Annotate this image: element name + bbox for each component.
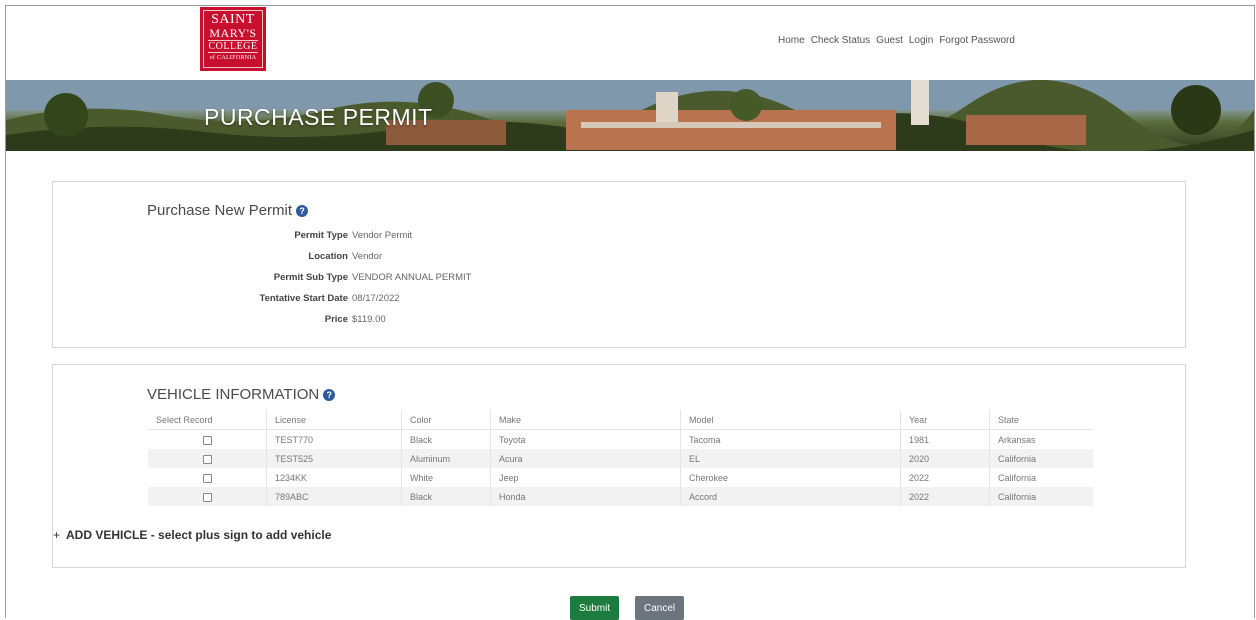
select-record-checkbox[interactable] — [202, 473, 212, 483]
banner-title: PURCHASE PERMIT — [204, 104, 433, 130]
table-header-row: Select Record License Color Make Model Y… — [148, 410, 1093, 430]
cell-model: Cherokee — [680, 468, 901, 487]
logo-line-1: SAINT — [211, 12, 255, 27]
cell-make: Jeep — [490, 468, 681, 487]
col-license: License — [266, 410, 402, 430]
table-row: TEST525 Aluminum Acura EL 2020 Californi… — [148, 449, 1093, 468]
logo-line-4: of CALIFORNIA — [209, 55, 257, 61]
cell-make: Honda — [490, 487, 681, 506]
field-tentative-start-date: Tentative Start Date 08/17/2022 — [144, 293, 400, 304]
select-record-checkbox[interactable] — [202, 435, 212, 445]
cell-model: Tacoma — [680, 429, 901, 449]
col-state: State — [989, 410, 1093, 430]
cell-state: Arkansas — [998, 434, 1036, 445]
vehicle-information-panel: VEHICLE INFORMATION ? Select Record Lice… — [52, 364, 1186, 568]
logo-line-3: COLLEGE — [208, 40, 258, 53]
logo-line-2: MARY'S — [209, 26, 257, 40]
top-nav: Home Check Status Guest Login Forgot Pas… — [778, 35, 1015, 46]
vehicle-section-title: VEHICLE INFORMATION ? — [147, 386, 336, 403]
field-label: Location — [308, 251, 348, 262]
campus-banner: PURCHASE PERMIT — [6, 80, 1254, 151]
cell-model: EL — [680, 449, 901, 468]
nav-check-status[interactable]: Check Status — [811, 35, 870, 46]
field-label: Permit Sub Type — [273, 272, 348, 283]
field-label: Tentative Start Date — [259, 293, 348, 304]
permit-section-title: Purchase New Permit ? — [147, 202, 309, 219]
cell-color: White — [401, 468, 491, 487]
add-vehicle-label: ADD VEHICLE - select plus sign to add ve… — [66, 528, 332, 542]
nav-login[interactable]: Login — [909, 35, 933, 46]
field-price: Price $119.00 — [144, 314, 386, 325]
col-year: Year — [900, 410, 990, 430]
field-value: Vendor Permit — [352, 230, 413, 241]
nav-home[interactable]: Home — [778, 35, 805, 46]
field-location: Location Vendor — [144, 251, 382, 262]
college-logo[interactable]: SAINT MARY'S COLLEGE of CALIFORNIA — [200, 7, 266, 71]
add-vehicle-plus-button[interactable]: + — [53, 528, 60, 542]
table-row: 1234KK White Jeep Cherokee 2022 Californ… — [148, 468, 1093, 487]
col-select-record: Select Record — [148, 410, 267, 430]
help-icon[interactable]: ? — [296, 204, 309, 217]
col-model: Model — [680, 410, 901, 430]
field-permit-type: Permit Type Vendor Permit — [144, 230, 412, 241]
select-record-checkbox[interactable] — [202, 454, 212, 464]
field-label: Price — [324, 314, 348, 325]
col-color: Color — [401, 410, 491, 430]
cell-make: Acura — [490, 449, 681, 468]
col-make: Make — [490, 410, 681, 430]
cell-color: Black — [401, 487, 491, 506]
help-icon[interactable]: ? — [323, 388, 336, 401]
cell-color: Aluminum — [401, 449, 491, 468]
table-row: 789ABC Black Honda Accord 2022 Californi… — [148, 487, 1093, 506]
nav-forgot-password[interactable]: Forgot Password — [939, 35, 1015, 46]
cell-license: 1234KK — [266, 468, 402, 487]
cell-state: California — [989, 487, 1093, 506]
permit-section-title-text: Purchase New Permit — [147, 202, 293, 219]
cell-model: Accord — [680, 487, 901, 506]
cell-make: Toyota — [490, 429, 681, 449]
table-row: TEST770 Black Toyota Tacoma 1981 Arkansa… — [148, 429, 1093, 449]
select-record-checkbox[interactable] — [202, 492, 212, 502]
add-vehicle-row: + ADD VEHICLE - select plus sign to add v… — [53, 528, 331, 542]
field-value: $119.00 — [352, 314, 386, 325]
submit-button[interactable]: Submit — [570, 596, 620, 620]
campus-banner-image — [6, 80, 1254, 151]
field-value: VENDOR ANNUAL PERMIT — [352, 272, 472, 283]
cancel-button[interactable]: Cancel — [635, 596, 685, 620]
field-permit-sub-type: Permit Sub Type VENDOR ANNUAL PERMIT — [144, 272, 472, 283]
vehicle-section-title-text: VEHICLE INFORMATION — [147, 386, 320, 403]
nav-guest[interactable]: Guest — [876, 35, 903, 46]
vehicle-table: Select Record License Color Make Model Y… — [148, 410, 1093, 506]
purchase-permit-panel: Purchase New Permit ? Permit Type Vendor… — [52, 181, 1186, 348]
cell-color: Black — [401, 429, 491, 449]
cell-year: 2020 — [900, 449, 990, 468]
cell-license: 789ABC — [266, 487, 402, 506]
field-value: 08/17/2022 — [352, 293, 400, 304]
cell-license: TEST525 — [266, 449, 402, 468]
cell-year: 2022 — [900, 468, 990, 487]
cell-license: TEST770 — [266, 429, 402, 449]
cell-state: California — [989, 449, 1093, 468]
cell-year: 1981 — [900, 429, 990, 449]
field-label: Permit Type — [294, 230, 348, 241]
cell-year: 2022 — [900, 487, 990, 506]
field-value: Vendor — [352, 251, 383, 262]
cell-state: California — [998, 472, 1037, 483]
